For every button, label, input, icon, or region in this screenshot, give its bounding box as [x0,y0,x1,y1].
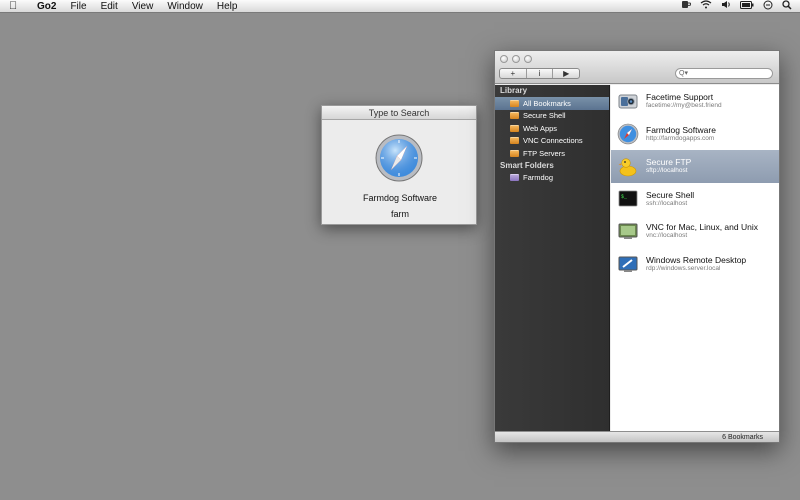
folder-icon [510,124,519,132]
menu-app-name[interactable]: Go2 [37,0,56,13]
sidebar-heading-library: Library [500,86,528,95]
duck-icon [617,155,639,177]
sidebar-item-web-apps[interactable]: Web Apps [495,122,609,135]
spotlight-icon[interactable] [782,0,792,14]
sidebar-item-label: Secure Shell [523,111,566,121]
folder-icon [510,112,519,120]
sidebar-item-label: VNC Connections [523,136,583,146]
window-toolbar: + i ▶ Q▾ [495,51,779,84]
wifi-icon[interactable] [700,0,712,13]
bookmark-title: Facetime Support [646,92,714,103]
bookmark-url: facetime://my@best.friend [646,102,722,110]
menu-window[interactable]: Window [167,0,203,13]
sidebar-item-label: FTP Servers [523,148,565,158]
sidebar-item-vnc-connections[interactable]: VNC Connections [495,135,609,148]
minimize-window-button[interactable] [512,55,520,63]
add-bookmark-button[interactable]: + [500,69,527,78]
folder-icon [510,99,519,107]
bookmark-title: Windows Remote Desktop [646,254,747,265]
search-result-name[interactable]: Farmdog Software [322,193,478,203]
clock-icon[interactable] [763,0,773,14]
status-icons [672,0,792,13]
connect-button[interactable]: ▶ [553,69,579,78]
bookmark-list: Facetime Support facetime://my@best.frie… [611,85,779,431]
menu-edit[interactable]: Edit [101,0,118,13]
sidebar-heading-smart-folders: Smart Folders [500,160,554,170]
safari-icon [617,123,639,145]
go2-main-window: + i ▶ Q▾ Library All Bookmarks Secure Sh… [494,50,780,443]
menu-view[interactable]: View [132,0,154,13]
terminal-icon: $_ [617,188,639,210]
bookmark-row-windows-remote-desktop[interactable]: Windows Remote Desktop rdp://windows.ser… [611,248,779,281]
sidebar: Library All Bookmarks Secure Shell Web A… [495,85,610,431]
menu-help[interactable]: Help [217,0,238,13]
bookmark-url: vnc://localhost [646,232,688,240]
close-window-button[interactable] [500,55,508,63]
svg-text:$_: $_ [621,194,628,200]
info-button[interactable]: i [527,69,554,78]
panel-title: Type to Search [322,106,476,120]
safari-icon [374,133,424,183]
bookmark-url: http://farmdogapps.com [646,134,715,142]
smart-folder-icon [510,174,519,182]
status-bar-bookmark-count: 6 Bookmarks [495,431,779,442]
volume-icon[interactable] [721,0,731,13]
toolbar-segmented-control: + i ▶ [499,68,580,79]
sidebar-item-ftp-servers[interactable]: FTP Servers [495,147,609,160]
bookmark-row-secure-shell[interactable]: $_ Secure Shell ssh://localhost [611,183,779,216]
folder-icon [510,149,519,157]
zoom-window-button[interactable] [524,55,532,63]
bookmark-title: Secure FTP [646,157,692,168]
bookmark-row-vnc[interactable]: VNC for Mac, Linux, and Unix vnc://local… [611,215,779,248]
screen-sharing-icon [617,220,639,242]
sidebar-item-label: All Bookmarks [523,98,571,108]
bookmark-title: Farmdog Software [646,124,716,135]
type-to-search-panel: Type to Search Farmdog Software farm [321,105,477,225]
sidebar-item-secure-shell[interactable]: Secure Shell [495,110,609,123]
sidebar-item-all-bookmarks[interactable]: All Bookmarks [495,97,609,110]
sidebar-item-label: Farmdog [523,173,554,183]
sidebar-item-farmdog[interactable]: Farmdog [495,172,609,185]
bookmark-url: ssh://localhost [646,199,688,207]
coffee-icon[interactable] [681,0,692,13]
search-query-text: farm [391,209,409,219]
battery-icon[interactable] [740,0,754,13]
bookmark-title: Secure Shell [646,189,695,200]
search-input[interactable]: Q▾ [675,68,773,79]
bookmark-url: sftp://localhost [646,167,688,175]
camera-icon [617,90,639,112]
remote-desktop-icon [617,253,639,275]
bookmark-row-facetime-support[interactable]: Facetime Support facetime://my@best.frie… [611,85,779,118]
folder-icon [510,137,519,145]
bookmark-row-farmdog-software[interactable]: Farmdog Software http://farmdogapps.com [611,118,779,151]
bookmark-title: VNC for Mac, Linux, and Unix [646,222,758,233]
menu-bar:  Go2 File Edit View Window Help [0,0,800,13]
bookmark-row-secure-ftp[interactable]: Secure FTP sftp://localhost [611,150,779,183]
menu-file[interactable]: File [70,0,86,13]
apple-menu-icon[interactable]:  [9,0,23,13]
bookmark-url: rdp://windows.server.local [646,264,721,272]
sidebar-item-label: Web Apps [523,123,558,133]
